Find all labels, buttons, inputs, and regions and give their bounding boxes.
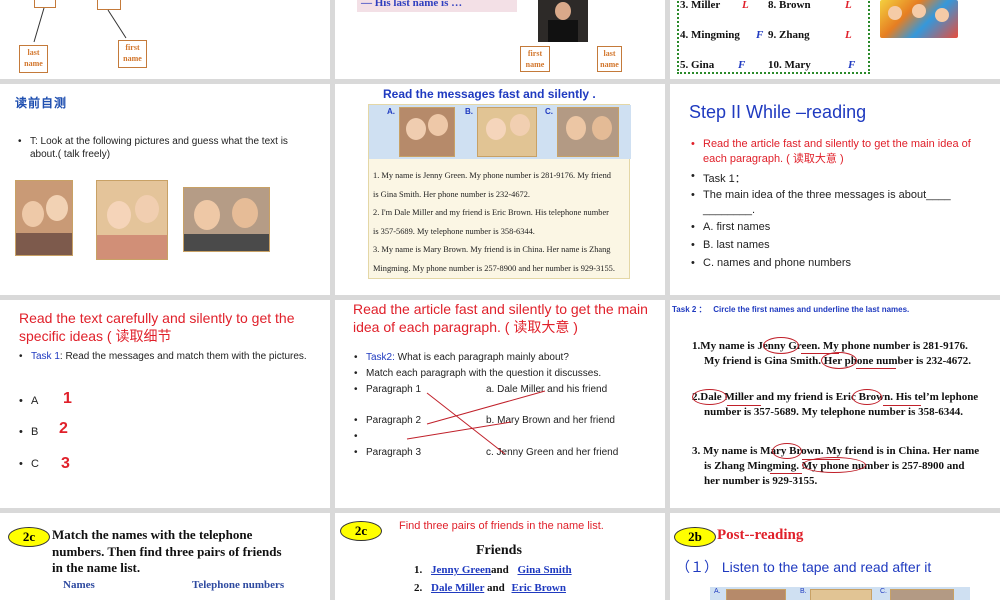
exercise-badge: 2c [340,521,382,541]
slide-3[interactable]: 3. Miller L 8. Brown L 4. Mingming F 9. … [670,0,1000,79]
friend-pair-row: 1. Jenny Greenand Gina Smith [414,564,572,576]
slide-title: Read the messages fast and silently . [383,87,596,101]
question-text: The main idea of the three messages is a… [691,188,986,218]
slide-11[interactable]: 2c Find three pairs of friends in the na… [335,513,665,600]
photo-strip: A. B. C. [369,105,631,159]
name-row: 4. Mingming F 9. Zhang L [680,29,852,41]
circle-mark [763,337,799,354]
photo-c [557,107,619,157]
first-name-box: first name [118,40,147,68]
slide-6[interactable]: Step II While –reading Read the article … [670,84,1000,295]
message-list: 1. My name is Jenny Green. My phone numb… [373,167,615,279]
friend-pair-row: 2. Dale Miller and Eric Brown [414,582,566,594]
caption-text: — His last name is … [361,0,463,9]
option-a[interactable]: A. first names [691,221,770,233]
match-answer: 1 [63,390,72,407]
slide-1[interactable]: last name first name [0,0,330,79]
circle-mark [852,389,882,405]
match-answer: 2 [59,420,68,437]
messages-panel: A. B. C. 1. My name is Jenny Green. My p… [368,104,631,279]
instruction-bullet: Read the article fast and silently to ge… [691,137,981,167]
slide-5[interactable]: Read the messages fast and silently . A.… [335,84,665,295]
circle-mark [802,457,866,473]
label-a: A. [714,588,721,595]
exercise-badge: 2b [674,527,716,547]
name-row: 3. Miller L 8. Brown L [680,0,852,11]
circle-mark [772,443,802,459]
column-header-names: Names [63,579,95,591]
label-b: B. [465,107,473,116]
match-answer: 3 [61,455,70,472]
photo-c [890,589,954,600]
task-label: Task 1： [691,170,746,186]
message-item: 2. I'm Dale Miller and my friend is Eric… [373,208,609,236]
slide-9[interactable]: Task 2 ： Circle the first names and unde… [670,300,1000,508]
first-name-box: first name [520,46,550,72]
exercise-badge: 2c [8,527,50,547]
cartoon-image [880,0,958,38]
column-header-phone: Telephone numbers [192,579,285,591]
slide-title: Find three pairs of friends in the name … [399,520,604,532]
photo-b [810,589,872,600]
label-c: C. [545,107,553,116]
label-c: C. [880,588,887,595]
match-item: B [19,426,38,438]
slide-4[interactable]: 读前自测 T: Look at the following pictures a… [0,84,330,295]
boys-photo [183,187,270,252]
slide-title: Read the text carefully and silently to … [19,310,295,344]
underline-mark [770,473,802,474]
person-photo [538,0,588,42]
slide-title: Post--reading [717,527,804,543]
guess-bullet: T: Look at the following pictures and gu… [18,135,318,161]
slide-title: Match the names with the telephone numbe… [52,527,282,575]
slide-title: Step II While –reading [689,102,867,122]
option-b[interactable]: B. last names [691,239,770,251]
slide-10[interactable]: 2c Match the names with the telephone nu… [0,513,330,600]
photo-a [399,107,455,157]
slide-title: 读前自测 [15,96,68,110]
last-name-box: last name [597,46,622,72]
section-heading: Friends [476,543,522,558]
slide-8[interactable]: Read the article fast and silently to ge… [335,300,665,508]
slide-12[interactable]: 2b Post--reading （１） Listen to the tape … [670,513,1000,600]
circle-mark [692,389,727,405]
underline-mark [727,405,761,406]
photo-strip: A. B. C. [710,587,970,600]
message-item: 3. My name is Mary Brown. My friend is i… [373,245,615,273]
women-photo [96,180,168,260]
slide-title: Task 2 ： Circle the first names and unde… [672,305,910,314]
label-a: A. [387,107,395,116]
last-name-box: last name [19,45,48,73]
circle-mark [821,352,857,369]
photo-a [726,589,786,600]
photo-b [477,107,537,157]
name-row: 5. Gina F 10. Mary F [680,59,856,71]
girls-photo [15,180,73,256]
underline-mark [883,405,921,406]
match-item: C [19,458,39,470]
match-lines [406,390,546,455]
message-item: 1. My name is Jenny Green. My phone numb… [373,171,611,199]
underline-mark [856,368,896,369]
slide-2[interactable]: — His last name is … first name last nam… [335,0,665,79]
match-item: A [19,395,38,407]
option-c[interactable]: C. names and phone numbers [691,257,851,269]
connector-arrows [33,7,127,43]
listen-instruction: （１） Listen to the tape and read after it [676,559,932,575]
label-b: B. [800,588,807,595]
task-bullet: Task 1: Read the messages and match them… [19,350,314,363]
slide-7[interactable]: Read the text carefully and silently to … [0,300,330,508]
